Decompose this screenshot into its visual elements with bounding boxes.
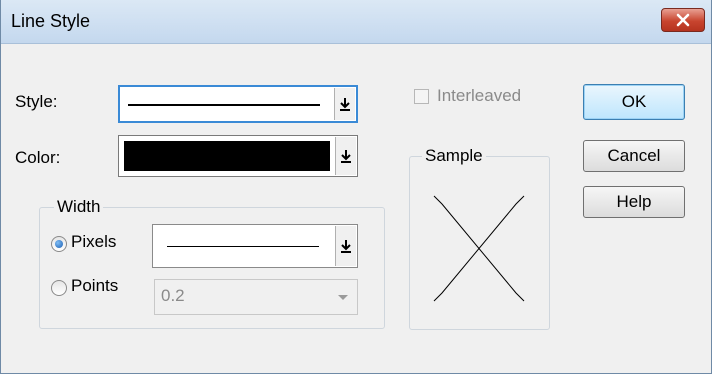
close-button[interactable] xyxy=(661,8,705,32)
title-bar: Line Style xyxy=(1,0,711,44)
chevron-down-icon xyxy=(338,295,348,300)
sample-group: Sample xyxy=(409,146,550,330)
width-legend: Width xyxy=(54,197,104,217)
points-radio[interactable] xyxy=(51,280,67,296)
interleaved-checkbox[interactable] xyxy=(414,89,429,104)
pixels-label: Pixels xyxy=(71,232,117,251)
color-swatch xyxy=(124,141,330,171)
dropdown-arrow-icon xyxy=(341,240,351,253)
style-label: Style: xyxy=(15,92,58,111)
pixels-radio[interactable] xyxy=(51,236,67,252)
style-dropdown[interactable] xyxy=(118,85,358,123)
points-value: 0.2 xyxy=(161,286,185,305)
close-icon xyxy=(676,13,690,27)
window-title: Line Style xyxy=(11,11,91,31)
pixel-width-preview xyxy=(167,246,319,247)
style-dropdown-button[interactable] xyxy=(334,88,355,120)
ok-button[interactable]: OK xyxy=(583,84,685,120)
help-button[interactable]: Help xyxy=(583,186,685,218)
pixels-width-dropdown[interactable] xyxy=(152,224,358,268)
cancel-button[interactable]: Cancel xyxy=(583,140,685,172)
line-style-preview xyxy=(128,104,320,106)
color-dropdown-button[interactable] xyxy=(335,137,356,175)
interleaved-label: Interleaved xyxy=(437,86,522,105)
dropdown-arrow-icon xyxy=(340,98,350,111)
line-style-dialog: Line Style Style: Color: Interleaved Sam… xyxy=(0,0,712,374)
color-dropdown[interactable] xyxy=(118,135,358,177)
points-label: Points xyxy=(71,276,119,295)
pixels-width-dropdown-button[interactable] xyxy=(335,226,356,266)
dropdown-arrow-icon xyxy=(341,150,351,163)
points-width-select[interactable]: 0.2 xyxy=(154,279,358,315)
color-label: Color: xyxy=(15,148,61,167)
sample-preview xyxy=(433,195,525,302)
